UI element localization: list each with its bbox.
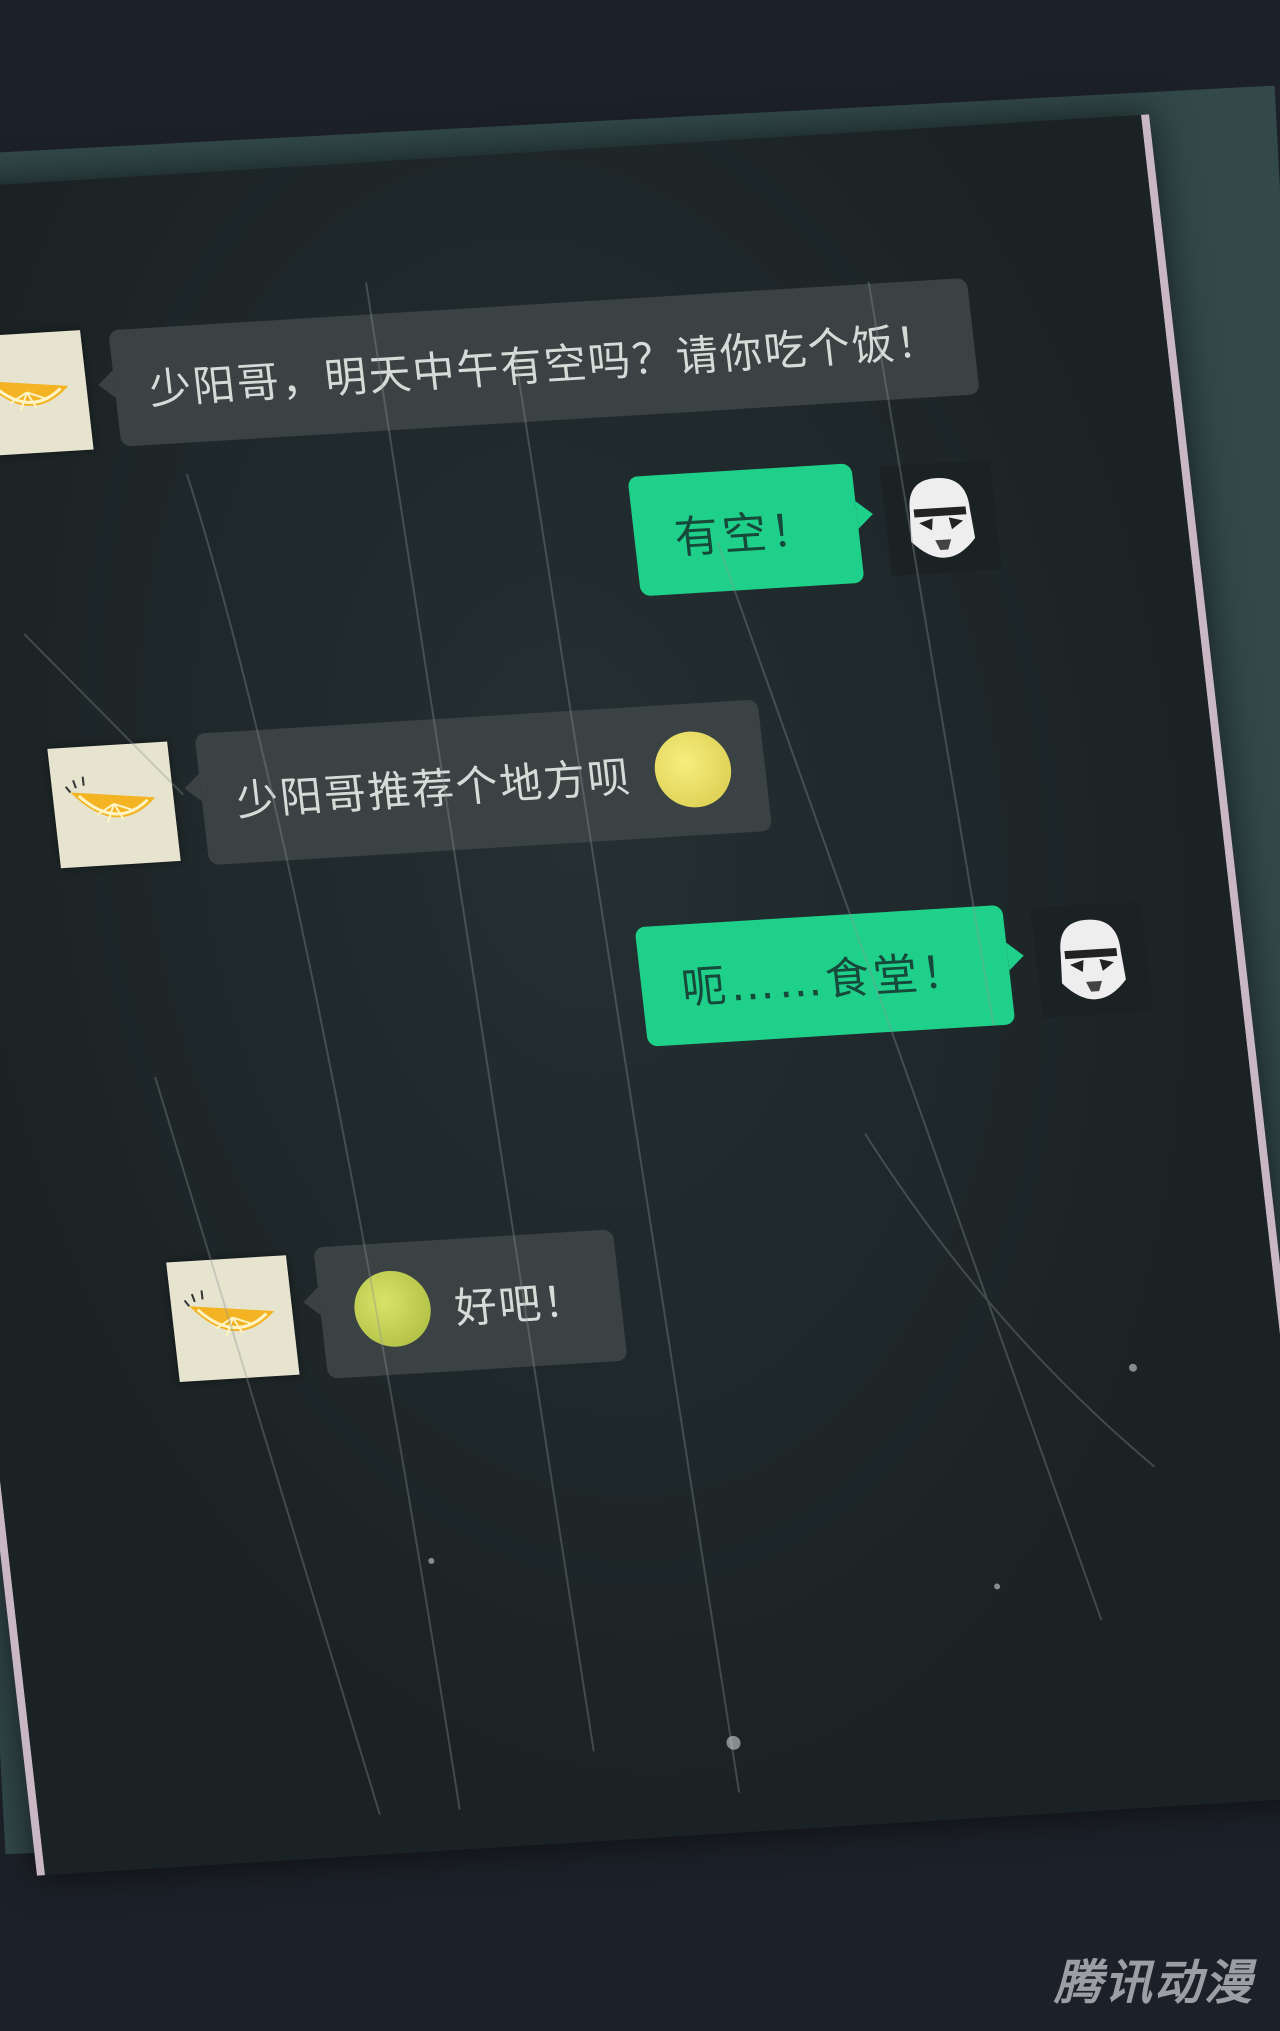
stormtrooper-helmet-icon[interactable] — [879, 459, 1002, 576]
message-bubble-outgoing[interactable]: 呃……食堂！ — [634, 904, 1016, 1047]
message-bubble-incoming[interactable]: 少阳哥，明天中午有空吗？请你吃个饭！ — [108, 277, 980, 447]
message-bubble-outgoing[interactable]: 有空！ — [627, 463, 865, 597]
message-text: 少阳哥，明天中午有空吗？请你吃个饭！ — [146, 316, 943, 414]
message-text: 呃……食堂！ — [678, 946, 973, 1015]
message-row-incoming: 少阳哥，明天中午有空吗？请你吃个饭！ — [0, 276, 980, 457]
shocked-face-icon — [350, 1268, 435, 1349]
orange-slice-icon[interactable] — [0, 330, 94, 457]
message-text: 有空！ — [671, 504, 822, 565]
stormtrooper-helmet-icon[interactable] — [1030, 901, 1153, 1018]
watermark: 腾讯动漫 — [1053, 1955, 1254, 2011]
message-row-outgoing: 呃……食堂！ — [634, 896, 1154, 1047]
orange-slice-icon[interactable] — [166, 1255, 300, 1382]
message-row-outgoing: 有空！ — [627, 455, 1002, 597]
message-text: 好吧！ — [452, 1275, 590, 1333]
orange-slice-icon[interactable] — [47, 741, 181, 869]
message-bubble-incoming[interactable]: 好吧！ — [313, 1229, 628, 1379]
comic-panel: 少阳哥，明天中午有空吗？请你吃个饭！ 有空！ 少阳哥推荐个地方呗 呃……食堂！ … — [0, 0, 1280, 2031]
phone-screen: 少阳哥，明天中午有空吗？请你吃个饭！ 有空！ 少阳哥推荐个地方呗 呃……食堂！ … — [0, 114, 1280, 1876]
chat-screen: 少阳哥，明天中午有空吗？请你吃个饭！ 有空！ 少阳哥推荐个地方呗 呃……食堂！ … — [0, 114, 1280, 1876]
laughing-face-icon — [650, 729, 736, 810]
message-text: 少阳哥推荐个地方呗 — [233, 751, 635, 825]
message-bubble-incoming[interactable]: 少阳哥推荐个地方呗 — [194, 699, 773, 866]
message-row-incoming: 好吧！ — [165, 1229, 628, 1388]
message-row-incoming: 少阳哥推荐个地方呗 — [47, 699, 773, 874]
